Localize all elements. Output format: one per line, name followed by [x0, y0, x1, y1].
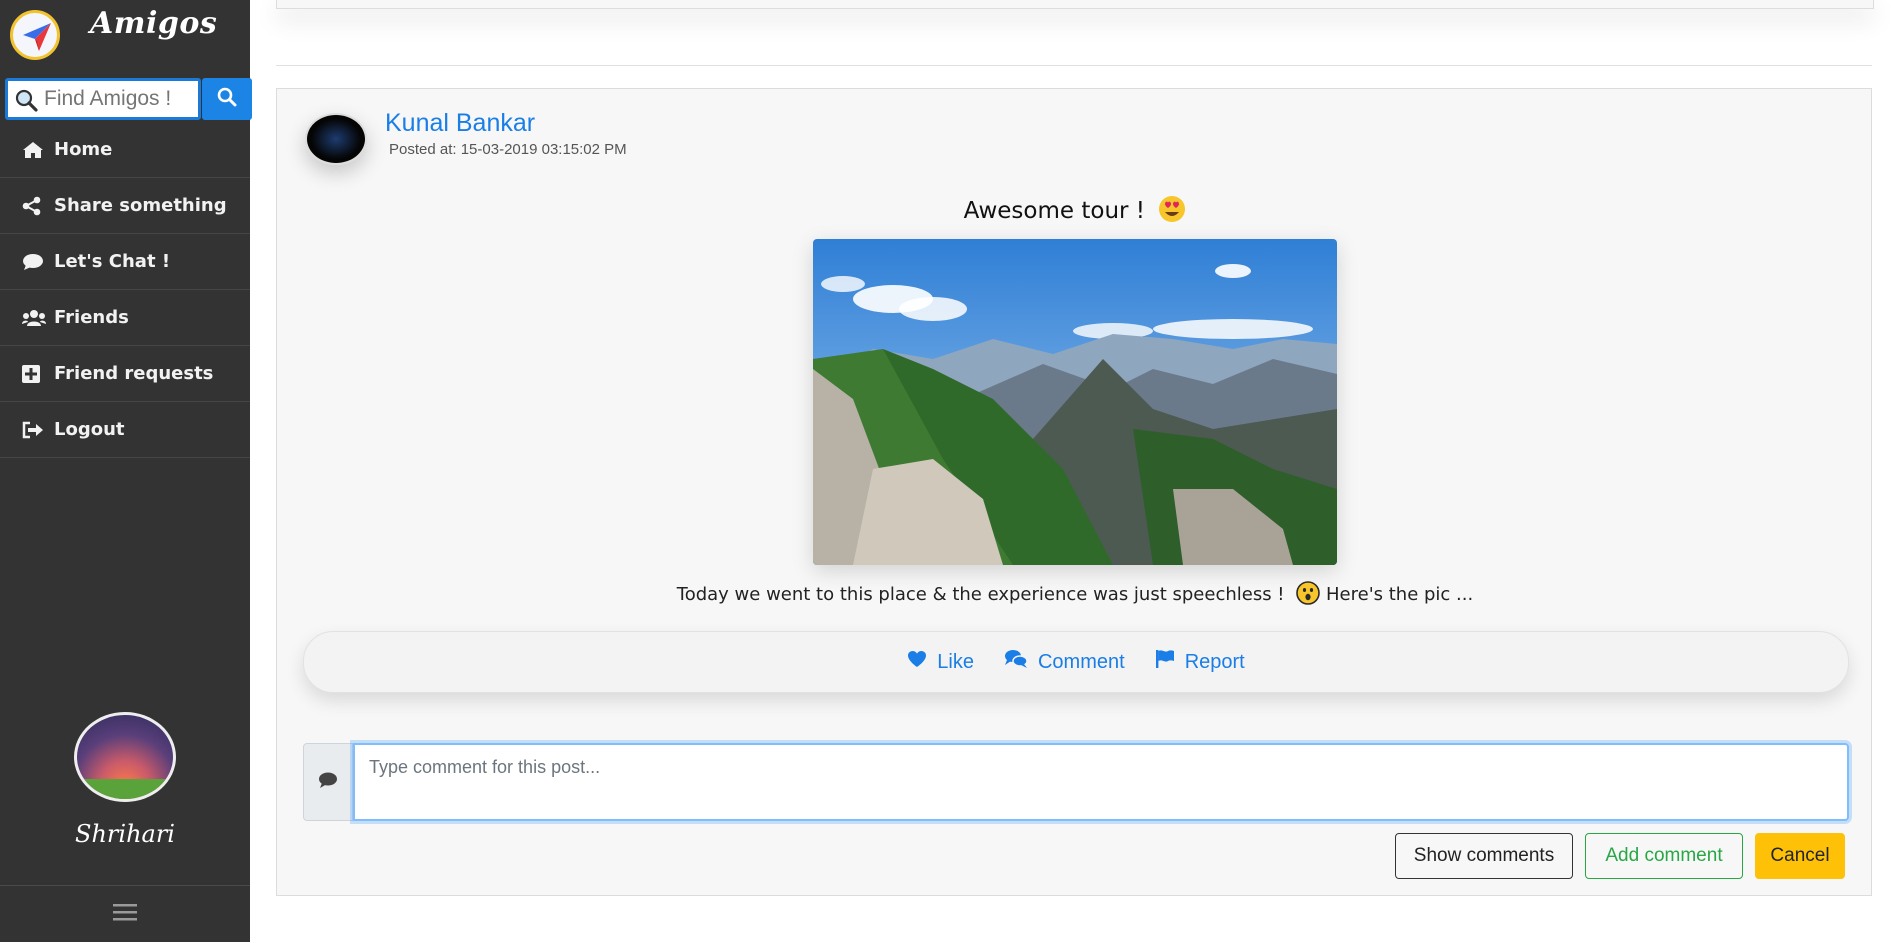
- comment-label: Comment: [1037, 650, 1125, 673]
- sidebar-item-label: Let's Chat !: [54, 251, 171, 272]
- users-icon: [22, 308, 46, 328]
- avatar[interactable]: [74, 712, 176, 802]
- post-text-main: Today we went to this place & the experi…: [676, 584, 1285, 605]
- like-label: Like: [937, 650, 974, 673]
- sidebar-item-home[interactable]: Home: [0, 122, 250, 178]
- plus-square-icon: [22, 364, 46, 384]
- sidebar-item-label: Logout: [54, 419, 125, 440]
- like-button[interactable]: Like: [907, 650, 974, 674]
- search-icon: [217, 87, 237, 112]
- cancel-button[interactable]: Cancel: [1755, 833, 1845, 879]
- brand: Amigos: [0, 0, 250, 72]
- paper-plane-logo-icon[interactable]: [10, 10, 60, 60]
- sidebar-item-label: Friends: [54, 307, 129, 328]
- magnifier-icon: [14, 88, 38, 117]
- sidebar-item-label: Friend requests: [54, 363, 214, 384]
- author-avatar[interactable]: [305, 113, 367, 165]
- post-actions-bar: Like Comment Report: [303, 631, 1849, 693]
- post-title: Awesome tour !: [277, 195, 1873, 229]
- heart-icon: [907, 650, 927, 674]
- sidebar-item-logout[interactable]: Logout: [0, 402, 250, 458]
- comment-button[interactable]: Comment: [1004, 649, 1125, 675]
- heart-eyes-emoji-icon: [1158, 195, 1186, 229]
- search-button[interactable]: [202, 78, 252, 120]
- sidebar-item-friends[interactable]: Friends: [0, 290, 250, 346]
- report-label: Report: [1184, 650, 1245, 673]
- comment-input-group: [303, 743, 1849, 821]
- user-name: Shrihari: [75, 820, 175, 848]
- add-comment-button[interactable]: Add comment: [1585, 833, 1743, 879]
- home-icon: [22, 140, 46, 160]
- menu-toggle-button[interactable]: [0, 885, 250, 943]
- sidebar: Amigos Home: [0, 0, 252, 943]
- post-timestamp: Posted at: 15-03-2019 03:15:02 PM: [389, 141, 627, 158]
- sidebar-item-label: Share something: [54, 195, 227, 216]
- sidebar-item-share[interactable]: Share something: [0, 178, 250, 234]
- show-comments-button[interactable]: Show comments: [1395, 833, 1573, 879]
- search-field: [5, 78, 201, 120]
- search-bar: [5, 78, 252, 120]
- share-icon: [22, 196, 46, 216]
- sidebar-nav: Home Share something Let's Chat ! Friend…: [0, 122, 250, 458]
- sidebar-item-chat[interactable]: Let's Chat !: [0, 234, 250, 290]
- post-divider: [276, 65, 1872, 66]
- comment-input[interactable]: [355, 745, 1847, 819]
- sidebar-item-label: Home: [54, 139, 113, 160]
- post-image[interactable]: [813, 239, 1337, 565]
- sidebar-item-friend-requests[interactable]: Friend requests: [0, 346, 250, 402]
- flag-icon: [1155, 649, 1175, 675]
- avatar-grass: [77, 779, 173, 799]
- comments-icon: [1004, 649, 1028, 675]
- brand-name[interactable]: Amigos: [90, 6, 217, 41]
- post-title-text: Awesome tour !: [963, 198, 1146, 224]
- previous-post-card: [276, 0, 1874, 9]
- comment-addon: [303, 743, 353, 821]
- search-input[interactable]: [44, 85, 194, 113]
- author-name[interactable]: Kunal Bankar: [385, 109, 535, 138]
- astonished-emoji-icon: [1296, 581, 1321, 610]
- hamburger-icon: [113, 902, 137, 927]
- logout-icon: [22, 420, 46, 440]
- post-card: Kunal Bankar Posted at: 15-03-2019 03:15…: [276, 88, 1872, 896]
- comment-field: [353, 743, 1849, 821]
- chat-icon: [22, 252, 46, 272]
- post-text: Today we went to this place & the experi…: [277, 581, 1873, 610]
- report-button[interactable]: Report: [1155, 649, 1245, 675]
- comment-bubble-icon: [318, 771, 338, 794]
- post-text-tail: Here's the pic ...: [1326, 584, 1474, 605]
